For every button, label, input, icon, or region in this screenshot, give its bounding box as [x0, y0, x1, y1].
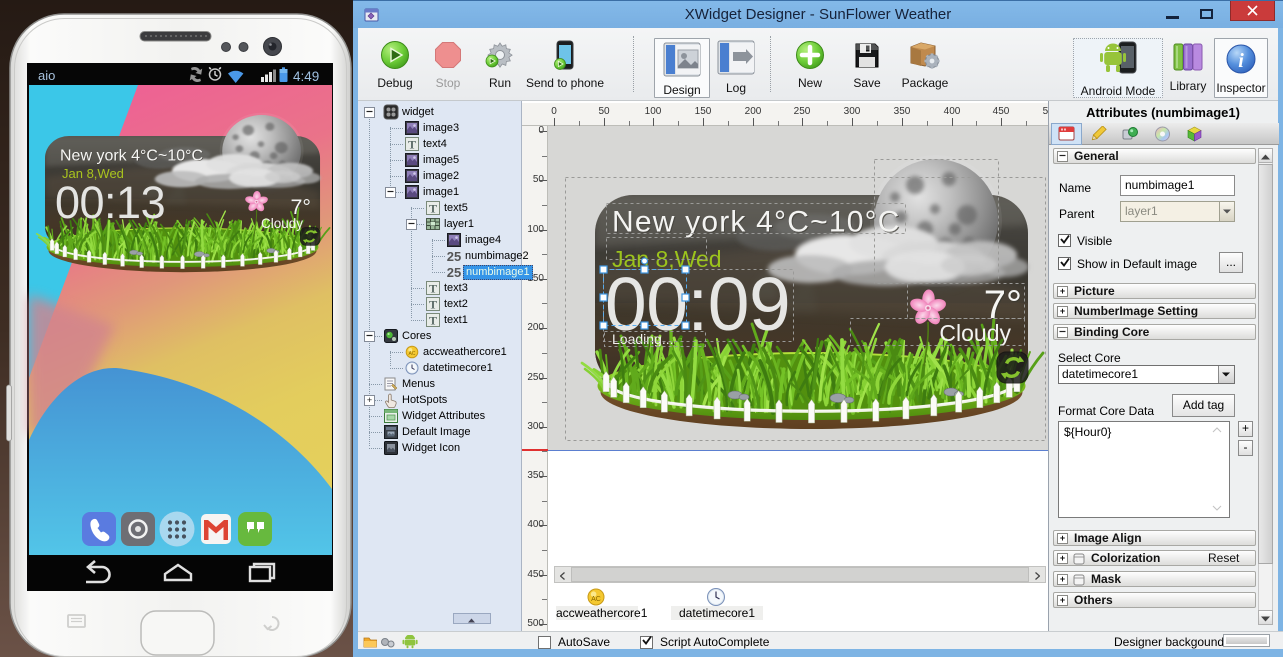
svg-text:AC: AC — [591, 596, 601, 603]
svg-text:4:49: 4:49 — [293, 69, 319, 84]
svg-text:i: i — [1238, 50, 1244, 72]
svg-text:00:13: 00:13 — [55, 177, 165, 228]
svg-text:Cloudy: Cloudy — [261, 216, 303, 231]
svg-text:Cloudy: Cloudy — [939, 320, 1011, 346]
svg-text:New york 4°C~10°C: New york 4°C~10°C — [612, 206, 901, 239]
svg-text:Loading...: Loading... — [612, 331, 674, 347]
svg-text:New york 4°C~10°C: New york 4°C~10°C — [60, 148, 203, 165]
svg-text:aio: aio — [38, 68, 55, 83]
